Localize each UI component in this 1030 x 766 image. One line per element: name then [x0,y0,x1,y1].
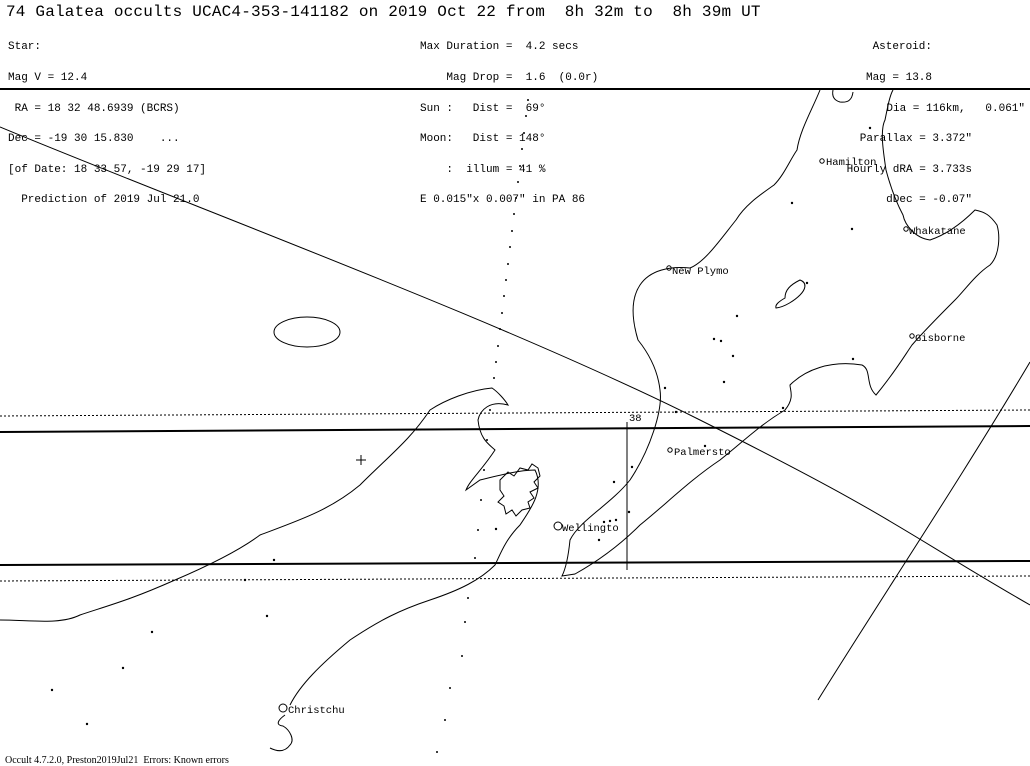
city-wellington: Wellingto [553,521,619,535]
twilight-line [0,126,1030,606]
city-label-palmerston: Palmersto [674,447,731,459]
city-christchurch: Christchu [278,703,345,717]
occultation-map: 38 Hamilton Whakatane New Plymo Gisborne… [0,89,1030,753]
city-gisborne: Gisborne [909,333,965,345]
south-error-limit [0,575,1030,582]
city-label-whakatane: Whakatane [909,226,966,238]
city-label-wellington: Wellingto [562,523,619,535]
center-line-dots [436,99,529,753]
city-label-gisborne: Gisborne [915,333,965,345]
path-south-limit [0,560,1030,566]
south-island-coastline [0,387,539,706]
city-label-new-plymouth: New Plymo [672,266,729,278]
northern-peninsula [832,89,854,103]
time-marker-label: 38 [629,413,642,425]
error-ellipse-marker [273,316,341,348]
city-label-hamilton: Hamilton [826,157,876,169]
city-whakatane: Whakatane [903,226,966,238]
software-footer: Occult 4.7.2.0, Preston2019Jul21 Errors:… [5,755,229,766]
star-position-marker [356,455,366,465]
city-label-christchurch: Christchu [288,705,345,717]
visibility-curve [817,361,1030,701]
site-dots [50,126,872,726]
city-palmerston: Palmersto [667,447,731,459]
north-error-limit [0,409,1030,417]
lake-taupo [775,279,806,309]
city-hamilton: Hamilton [819,157,876,169]
banks-peninsula [269,714,293,752]
path-north-limit [0,425,1030,433]
city-new-plymouth: New Plymo [666,265,729,278]
